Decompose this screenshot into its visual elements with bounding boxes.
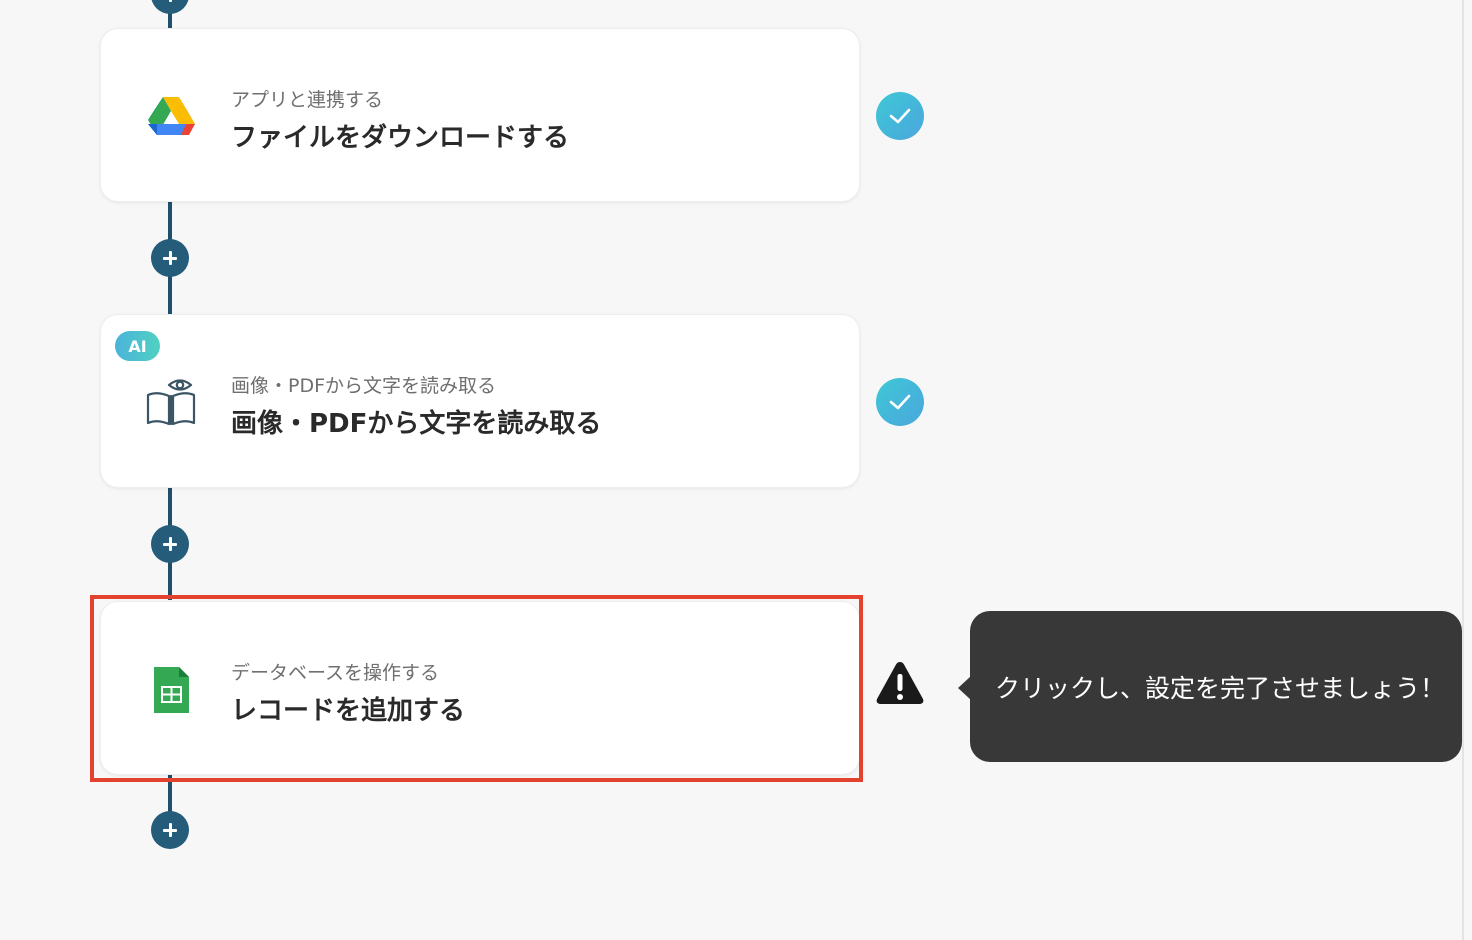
step-title: ファイルをダウンロードする	[231, 123, 570, 153]
plus-icon	[163, 823, 177, 837]
plus-icon	[163, 537, 177, 551]
step-category: データベースを操作する	[231, 662, 440, 684]
step-title: レコードを追加する	[231, 696, 466, 726]
panel-divider	[1462, 0, 1464, 940]
step-category: 画像・PDFから文字を読み取る	[231, 375, 497, 397]
warning-icon	[875, 660, 925, 706]
add-step-button[interactable]	[151, 811, 189, 849]
add-step-button[interactable]	[151, 239, 189, 277]
flow-step-card-download-file[interactable]: アプリと連携する ファイルをダウンロードする	[100, 28, 860, 202]
google-drive-icon	[145, 91, 197, 143]
check-icon	[889, 108, 911, 124]
step-category: アプリと連携する	[231, 89, 384, 111]
step-title: 画像・PDFから文字を読み取る	[231, 409, 602, 439]
add-step-button[interactable]	[151, 0, 189, 14]
tooltip-text: クリックし、設定を完了させましょう！	[995, 673, 1446, 703]
open-book-eye-icon	[145, 377, 197, 429]
step-status-complete	[876, 378, 924, 426]
plus-icon	[163, 251, 177, 265]
step-status-complete	[876, 92, 924, 140]
flow-step-card-add-record[interactable]: データベースを操作する レコードを追加する	[100, 601, 860, 775]
flow-step-card-ocr[interactable]: 画像・PDFから文字を読み取る 画像・PDFから文字を読み取る	[100, 314, 860, 488]
check-icon	[889, 394, 911, 410]
flow-canvas: アプリと連携する ファイルをダウンロードする AI 画像・PDFから文字を読み取…	[0, 0, 1472, 940]
google-sheets-icon	[145, 664, 197, 716]
plus-icon	[163, 0, 177, 2]
flow-connector	[168, 775, 172, 815]
add-step-button[interactable]	[151, 525, 189, 563]
ai-badge: AI	[115, 331, 160, 361]
setup-hint-tooltip: クリックし、設定を完了させましょう！	[970, 611, 1462, 762]
